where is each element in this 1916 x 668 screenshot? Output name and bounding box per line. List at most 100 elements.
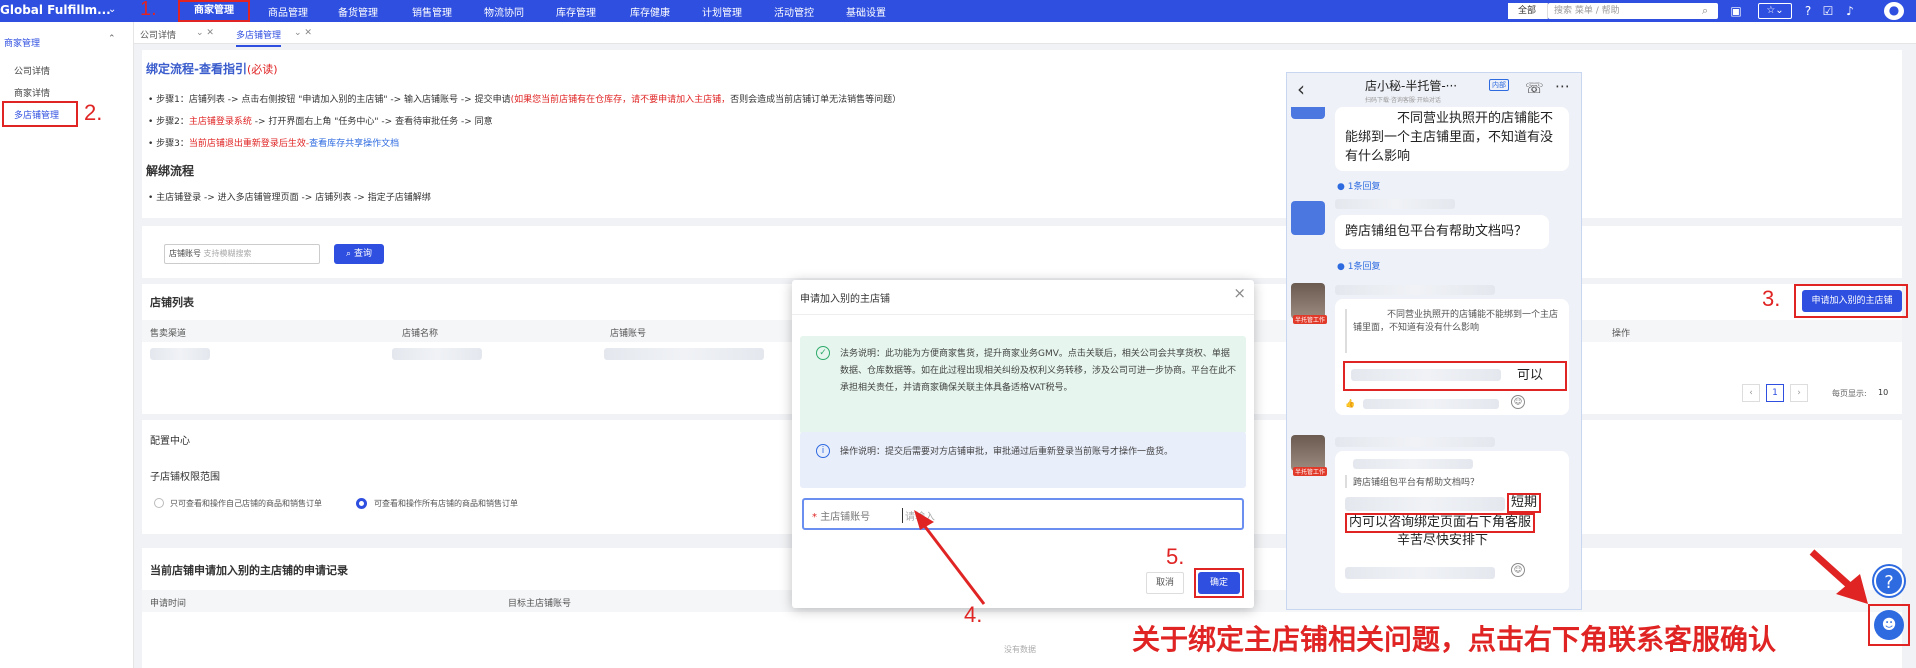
col-target-account: 目标主店铺账号: [508, 599, 572, 609]
guide-title-note: (必读): [246, 63, 278, 76]
quoted-message: 跨店铺组包平台有帮助文档吗？: [1345, 475, 1559, 488]
records-title: 当前店铺申请加入别的主店铺的申请记录: [150, 564, 348, 577]
avatar: [1291, 283, 1325, 319]
cancel-button[interactable]: 取消: [1146, 572, 1184, 594]
task-center-icon[interactable]: ▣: [1728, 3, 1744, 19]
like-icon[interactable]: 👍: [1345, 399, 1355, 408]
per-page-label: 每页显示:: [1832, 389, 1867, 398]
guide-step-1: • 步骤1：店铺列表 -> 点击右侧按钮 "申请加入别的主店铺" -> 输入店铺…: [148, 95, 902, 105]
close-icon[interactable]: ×: [1233, 284, 1246, 302]
filter-panel: 店铺账号 支持模糊搜索 ⌕ 查询: [142, 226, 1902, 278]
bell-icon[interactable]: ♪: [1842, 3, 1858, 19]
annotation-4: 4.: [964, 602, 983, 627]
col-store-account: 店铺账号: [610, 329, 647, 339]
check-circle-icon: ✓: [816, 346, 830, 360]
reply-bubble: 跨店铺组包平台有帮助文档吗？ 短期 内可以咨询绑定页面右下角客服 辛苦尽快安排下…: [1335, 451, 1569, 593]
store-account-filter[interactable]: 店铺账号 支持模糊搜索: [164, 244, 320, 264]
divider: [792, 314, 1254, 315]
sidebar-section-title[interactable]: 商家管理: [4, 36, 40, 49]
legal-notice: ✓ 法务说明：此功能为方便商家售货，提升商家业务GMV。点击关联后，相关公司会共…: [800, 336, 1246, 434]
favorite-icon[interactable]: ☆⌄: [1758, 3, 1792, 19]
message-text: 不同营业执照开的店铺能不能绑到一个主店铺里面，不知道有没有什么影响: [1345, 111, 1554, 164]
radio-own-only-label: 只可查看和操作自己店铺的商品和销售订单: [170, 499, 322, 508]
menu-inventory-health[interactable]: 库存健康: [630, 4, 670, 19]
page-number[interactable]: 1: [1766, 384, 1784, 402]
main-store-account-input[interactable]: * 主店铺账号 请输入: [802, 498, 1244, 530]
sidebar-item-merchant[interactable]: 商家详情: [14, 86, 50, 99]
per-page-select[interactable]: 10: [1878, 388, 1888, 397]
op-note-text: 操作说明：提交后需要对方店铺审批，审批通过后重新登录当前账号才操作一盘货。: [840, 447, 1174, 457]
annotation-2: 2.: [84, 100, 103, 125]
close-icon[interactable]: ⌄ ✕: [294, 28, 312, 38]
checklist-icon[interactable]: ☑: [1820, 3, 1836, 19]
store-list-title: 店铺列表: [150, 296, 194, 309]
chat-subtitle: 扫码下载·咨询客服·开始对话: [1365, 97, 1441, 104]
avatar[interactable]: ●: [1884, 2, 1904, 20]
emoji-icon[interactable]: ☺: [1511, 395, 1525, 409]
unbind-title: 解绑流程: [146, 164, 195, 178]
search-input[interactable]: 搜索 菜单 / 帮助: [1548, 3, 1718, 19]
radio-own-only[interactable]: [154, 498, 164, 508]
doc-link[interactable]: 查看库存共享操作文档: [309, 139, 399, 149]
menu-merchant[interactable]: 商家管理: [178, 0, 250, 22]
field-label: * 主店铺账号: [812, 512, 871, 523]
message-bubble: 不同营业执照开的店铺能不能绑到一个主店铺里面，不知道有没有什么影响: [1335, 107, 1569, 171]
join-store-dialog: 申请加入别的主店铺 × ✓ 法务说明：此功能为方便商家售货，提升商家业务GMV。…: [792, 280, 1254, 608]
menu-activity[interactable]: 活动管控: [774, 4, 814, 19]
sender-name: [1335, 199, 1455, 209]
info-icon: i: [816, 444, 830, 458]
phone-icon[interactable]: ☏: [1525, 79, 1544, 97]
emoji-icon[interactable]: ☺: [1511, 563, 1525, 577]
dialog-title: 申请加入别的主店铺: [800, 294, 890, 305]
chevron-down-icon[interactable]: ⌄: [108, 4, 116, 15]
blurred-text: [1345, 567, 1495, 579]
search-icon[interactable]: ⌕: [1702, 4, 1708, 18]
arrow-annotation: [914, 510, 986, 605]
sidebar-item-company[interactable]: 公司详情: [14, 64, 50, 77]
role-badge: 半托管工作: [1293, 467, 1328, 476]
customer-service-icon[interactable]: ☻: [1874, 610, 1904, 640]
radio-all-stores-label: 可查看和操作所有店铺的商品和销售订单: [374, 499, 518, 508]
empty-state: 没有数据: [1004, 645, 1036, 654]
menu-stocking[interactable]: 备货管理: [338, 4, 378, 19]
more-icon[interactable]: ⋯: [1555, 77, 1570, 95]
menu-settings[interactable]: 基础设置: [846, 4, 886, 19]
menu-logistics[interactable]: 物流协同: [484, 4, 524, 19]
menu-planning[interactable]: 计划管理: [702, 4, 742, 19]
col-action: 操作: [1612, 329, 1631, 339]
menu-product[interactable]: 商品管理: [268, 4, 308, 19]
sender-name: [1335, 437, 1495, 447]
chat-title: 店小秘-半托管-···: [1365, 79, 1458, 93]
tab-company[interactable]: 公司详情: [140, 28, 176, 41]
col-store-name: 店铺名称: [402, 329, 439, 339]
next-page-button[interactable]: ›: [1790, 384, 1808, 402]
menu-sales[interactable]: 销售管理: [412, 4, 452, 19]
confirm-button[interactable]: 确定: [1198, 572, 1240, 594]
help-icon[interactable]: ?: [1800, 3, 1816, 19]
tab-bar: 公司详情 ⌄ ✕ 多店铺管理 ⌄ ✕: [134, 22, 1916, 47]
apply-join-button[interactable]: 申请加入别的主店铺: [1802, 290, 1902, 312]
reply-count[interactable]: ● 1条回复: [1337, 179, 1380, 192]
sidebar-item-multistore[interactable]: 多店铺管理: [14, 108, 59, 121]
col-apply-time: 申请时间: [150, 599, 187, 609]
chat-window: ‹ 店小秘-半托管-··· 内部 扫码下载·咨询客服·开始对话 ☏ ⋯ 不同营业…: [1286, 72, 1582, 610]
avatar: [1291, 201, 1325, 235]
quoted-message: 不同营业执照开的店铺能不能绑到一个主店铺里面，不知道有没有什么影响: [1345, 309, 1559, 353]
brand-title[interactable]: Global Fulfillm...: [0, 3, 111, 17]
close-icon[interactable]: ⌄ ✕: [196, 28, 214, 38]
internal-badge: 内部: [1489, 79, 1509, 91]
prev-page-button[interactable]: ‹: [1742, 384, 1760, 402]
query-button[interactable]: ⌕ 查询: [334, 244, 384, 264]
chevron-up-icon[interactable]: ⌃: [108, 34, 116, 44]
tab-multistore[interactable]: 多店铺管理: [236, 28, 282, 47]
help-float-button[interactable]: ?: [1874, 566, 1904, 596]
menu-inventory[interactable]: 库存管理: [556, 4, 596, 19]
search-scope-select[interactable]: 全部: [1508, 3, 1548, 19]
config-title: 配置中心: [150, 436, 190, 447]
back-icon[interactable]: ‹: [1297, 77, 1305, 101]
legal-note-text: 法务说明：此功能为方便商家售货，提升商家业务GMV。点击关联后，相关公司会共享货…: [840, 349, 1237, 393]
radio-all-stores[interactable]: [356, 498, 367, 509]
annotation-3: 3.: [1762, 286, 1781, 311]
reply-count[interactable]: ● 1条回复: [1337, 259, 1380, 272]
operation-notice: i 操作说明：提交后需要对方店铺审批，审批通过后重新登录当前账号才操作一盘货。: [800, 432, 1246, 488]
